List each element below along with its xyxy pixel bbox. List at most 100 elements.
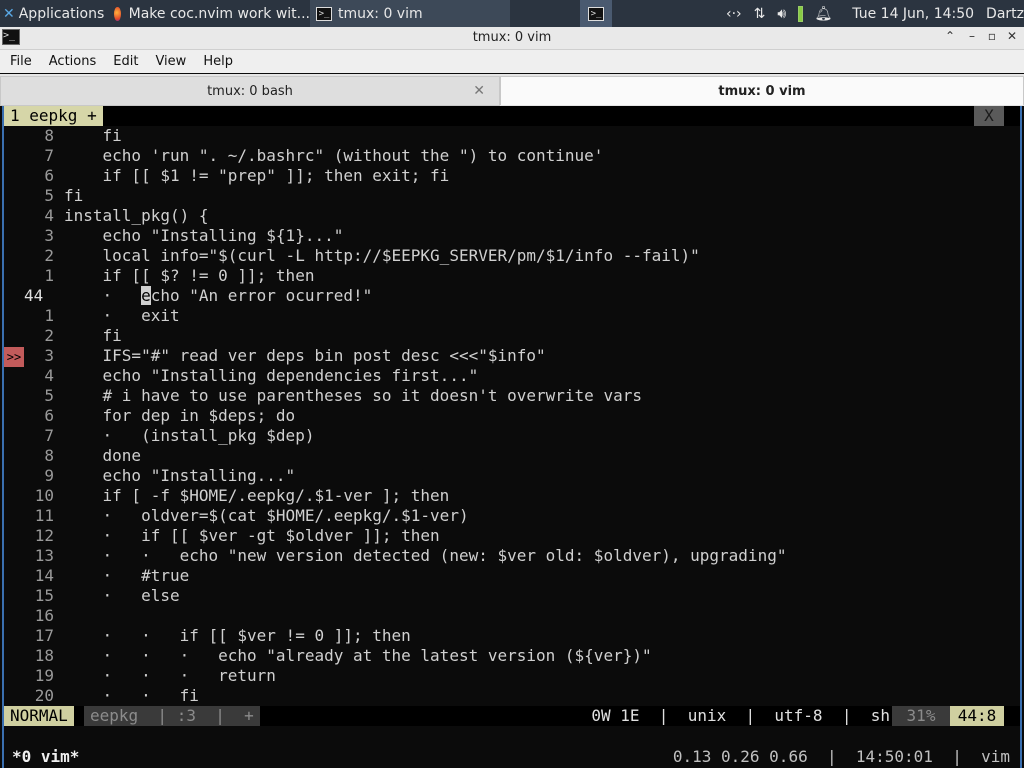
line-number: 4 [44, 206, 54, 225]
line-text: # i have to use parentheses so it doesn'… [64, 386, 642, 405]
code-line[interactable]: 16 [4, 606, 1020, 626]
code-line[interactable]: 8 fi [4, 126, 1020, 146]
code-line[interactable]: 44 · echo "An error ocurred!" [4, 286, 1020, 306]
code-line[interactable]: 4 echo "Installing dependencies first...… [4, 366, 1020, 386]
line-number: 6 [44, 166, 54, 185]
line-number: 9 [44, 466, 54, 485]
code-line[interactable]: 7 · (install_pkg $dep) [4, 426, 1020, 446]
code-line[interactable]: 14 · #true [4, 566, 1020, 586]
code-line[interactable]: 2 fi [4, 326, 1020, 346]
terminal-area[interactable]: 1 eepkg + X 8 fi 7 echo 'run ". ~/.bashrc… [2, 106, 1022, 768]
line-text: if [[ $? != 0 ]]; then [64, 266, 315, 285]
taskbar-item-label: tmux: 0 vim [338, 5, 423, 22]
terminal-tabs: tmux: 0 bash ✕ tmux: 0 vim [0, 74, 1024, 106]
line-number: 2 [44, 326, 54, 345]
line-number: 8 [44, 126, 54, 145]
minimize-up-icon[interactable]: ⌃ [942, 29, 958, 43]
code-line[interactable]: 6 for dep in $deps; do [4, 406, 1020, 426]
volume-icon[interactable]: 🔊︎ [777, 6, 786, 22]
tab-label: tmux: 0 vim [718, 83, 806, 99]
line-number: 8 [44, 446, 54, 465]
line-number: 1 [44, 266, 54, 285]
vim-statusline: NORMAL eepkg | :3 | + 0W 1E | unix | utf… [4, 706, 1020, 726]
menu-file[interactable]: File [0, 50, 39, 69]
bell-icon[interactable]: 🔔︎ [815, 6, 833, 22]
top-panel: ✕ Applications Make coc.nvim work wit...… [0, 0, 1024, 27]
line-text: echo "Installing..." [64, 466, 296, 485]
window-title: tmux: 0 vim [472, 30, 552, 45]
code-line[interactable]: 4 install_pkg() { [4, 206, 1020, 226]
minimize-icon[interactable]: – [964, 29, 980, 43]
code-line[interactable]: 10 if [ -f $HOME/.eepkg/.$1-ver ]; then [4, 486, 1020, 506]
line-number: 4 [44, 366, 54, 385]
line-text: · #true [64, 566, 190, 585]
line-text: fi [64, 126, 122, 145]
code-line[interactable]: 5 fi [4, 186, 1020, 206]
line-number: 17 [34, 626, 54, 645]
code-line[interactable]: 6 if [[ $1 != "prep" ]]; then exit; fi [4, 166, 1020, 186]
close-icon[interactable]: ✕ [1004, 29, 1020, 43]
code-line[interactable]: 3 echo "Installing ${1}..." [4, 226, 1020, 246]
code-line[interactable]: 1 · exit [4, 306, 1020, 326]
close-tab-icon[interactable]: ✕ [473, 83, 485, 99]
code-line[interactable]: 18 · · · echo "already at the latest ver… [4, 646, 1020, 666]
network-icon[interactable]: ‹·› [726, 6, 742, 22]
menu-view[interactable]: View [145, 50, 193, 69]
code-line[interactable]: 17 · · if [[ $ver != 0 ]]; then [4, 626, 1020, 646]
taskbar-item-terminal[interactable]: >_ tmux: 0 vim [310, 0, 510, 27]
line-number: 6 [44, 406, 54, 425]
code-line[interactable]: 9 echo "Installing..." [4, 466, 1020, 486]
code-line[interactable]: 2 local info="$(curl -L http://$EEPKG_SE… [4, 246, 1020, 266]
line-number: 18 [34, 646, 54, 665]
tab-bash[interactable]: tmux: 0 bash ✕ [0, 76, 500, 106]
buffer-close-button[interactable]: X [974, 106, 1004, 126]
code-line[interactable]: 5 # i have to use parentheses so it does… [4, 386, 1020, 406]
clock[interactable]: Tue 14 Jun, 14:50 [852, 6, 974, 22]
code-line[interactable]: 8 done [4, 446, 1020, 466]
transfer-icon[interactable]: ⇅ [754, 6, 766, 22]
code-line[interactable]: 15 · else [4, 586, 1020, 606]
code-line[interactable]: 7 echo 'run ". ~/.bashrc" (without the "… [4, 146, 1020, 166]
menu-edit[interactable]: Edit [103, 50, 145, 69]
taskbar-item-browser[interactable]: Make coc.nvim work wit... [110, 0, 310, 27]
battery-icon[interactable] [798, 6, 803, 22]
window-titlebar[interactable]: >_ tmux: 0 vim ⌃ – ▫ ✕ [0, 27, 1024, 50]
tmux-statusbar: *0 vim* 0.13 0.26 0.66 | 14:50:01 | vim [4, 746, 1020, 768]
cursor-position: 44:8 [950, 706, 1004, 726]
line-number: 1 [44, 306, 54, 325]
code-line[interactable]: 20 · · fi [4, 686, 1020, 706]
code-line[interactable]: >> 3 IFS="#" read ver deps bin post desc … [4, 346, 1020, 367]
buffer-tab[interactable]: 1 eepkg + [4, 106, 103, 126]
code-line[interactable]: 13 · · echo "new version detected (new: … [4, 546, 1020, 566]
menu-actions[interactable]: Actions [39, 50, 104, 69]
applications-label: Applications [18, 5, 105, 22]
line-number: 13 [34, 546, 54, 565]
line-text: · (install_pkg $dep) [64, 426, 315, 445]
code-line[interactable]: 11 · oldver=$(cat $HOME/.eepkg/.$1-ver) [4, 506, 1020, 526]
line-number: 16 [34, 606, 54, 625]
line-number: 7 [44, 426, 54, 445]
code-editor[interactable]: 8 fi 7 echo 'run ". ~/.bashrc" (without t… [4, 126, 1020, 706]
line-text: if [ -f $HOME/.eepkg/.$1-ver ]; then [64, 486, 450, 505]
line-text: done [64, 446, 142, 465]
line-number: 3 [44, 226, 54, 245]
menu-help[interactable]: Help [193, 50, 240, 69]
tab-vim[interactable]: tmux: 0 vim [500, 76, 1024, 105]
line-text: echo 'run ". ~/.bashrc" (without the ") … [64, 146, 604, 165]
maximize-icon[interactable]: ▫ [984, 29, 1000, 43]
workspace-terminal-button[interactable]: >_ [580, 0, 612, 27]
line-text: echo "Installing ${1}..." [64, 226, 344, 245]
line-text: IFS="#" read ver deps bin post desc <<<"… [64, 346, 546, 365]
tmux-window[interactable]: *0 vim* [12, 746, 79, 768]
code-line[interactable]: 1 if [[ $? != 0 ]]; then [4, 266, 1020, 286]
line-text: echo "Installing dependencies first..." [64, 366, 479, 385]
line-text: · echo "An error ocurred!" [64, 286, 373, 305]
vim-bufferline: 1 eepkg + X [4, 106, 1020, 126]
line-text: · exit [64, 306, 180, 325]
file-info: eepkg | :3 | + [84, 706, 260, 726]
user-name[interactable]: Dartz [986, 6, 1024, 22]
applications-menu[interactable]: ✕ Applications [0, 0, 108, 27]
code-line[interactable]: 19 · · · return [4, 666, 1020, 686]
code-line[interactable]: 12 · if [[ $ver -gt $oldver ]]; then [4, 526, 1020, 546]
line-number: 20 [34, 686, 54, 705]
